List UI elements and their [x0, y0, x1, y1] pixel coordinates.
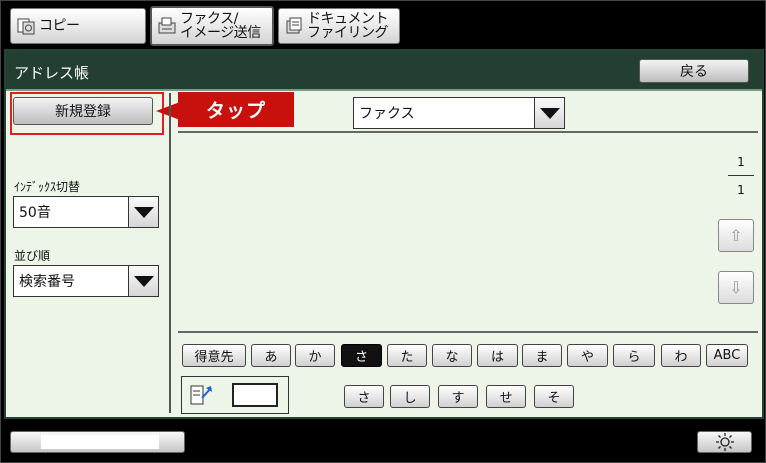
- arrow-up-icon: ⇧: [729, 226, 743, 245]
- index-key[interactable]: ま: [522, 344, 562, 367]
- new-registration-label: 新規登録: [55, 104, 111, 120]
- sun-icon: [715, 433, 734, 451]
- tab-document-filing[interactable]: ドキュメント ファイリング: [278, 8, 400, 44]
- scroll-up-button[interactable]: ⇧: [718, 219, 754, 252]
- index-key[interactable]: わ: [661, 344, 701, 367]
- sidebar-divider: [169, 93, 171, 413]
- index-key[interactable]: 得意先: [182, 344, 246, 367]
- direct-address-icon: [190, 385, 212, 405]
- header-divider: [178, 131, 758, 133]
- brightness-button[interactable]: [697, 431, 752, 453]
- tab-fax-label: ファクス/ イメージ送信: [180, 11, 261, 41]
- tab-document-filing-label: ドキュメント ファイリング: [307, 11, 389, 41]
- index-switch-value: 50音: [19, 205, 51, 221]
- index-key[interactable]: た: [387, 344, 427, 367]
- job-status-button[interactable]: [10, 431, 185, 453]
- back-button[interactable]: 戻る: [639, 59, 749, 83]
- sub-kana-key[interactable]: す: [438, 385, 478, 408]
- sub-kana-key[interactable]: さ: [344, 385, 384, 408]
- sub-kana-key[interactable]: せ: [486, 385, 526, 408]
- chevron-down-icon[interactable]: [534, 98, 564, 128]
- index-switch-select[interactable]: 50音: [13, 196, 159, 228]
- index-key[interactable]: は: [477, 344, 518, 367]
- title-bar: アドレス帳 戻る: [6, 51, 762, 91]
- chevron-down-icon[interactable]: [128, 197, 158, 227]
- sub-kana-key[interactable]: し: [390, 385, 430, 408]
- tap-callout: タップ: [178, 92, 294, 127]
- back-button-label: 戻る: [680, 64, 708, 80]
- sub-kana-key[interactable]: そ: [534, 385, 574, 408]
- tab-fax-image-send[interactable]: ファクス/ イメージ送信: [150, 6, 274, 46]
- index-key[interactable]: や: [567, 344, 608, 367]
- list-divider: [178, 331, 758, 333]
- copy-icon: [17, 17, 35, 35]
- chevron-down-icon[interactable]: [128, 266, 158, 296]
- index-key[interactable]: ら: [613, 344, 655, 367]
- direct-entry-box: [181, 376, 289, 414]
- document-filing-icon: [285, 17, 303, 35]
- index-key[interactable]: な: [432, 344, 472, 367]
- destination-type-select[interactable]: ファクス: [353, 97, 565, 129]
- page-divider: [728, 175, 754, 176]
- sort-order-select[interactable]: 検索番号: [13, 265, 159, 297]
- page-current: 1: [737, 155, 745, 169]
- tap-callout-label: タップ: [205, 100, 266, 122]
- sort-order-value: 検索番号: [19, 274, 75, 290]
- index-key[interactable]: か: [295, 344, 335, 367]
- page-title: アドレス帳: [14, 64, 90, 82]
- page-total: 1: [737, 183, 745, 197]
- index-switch-label: ｲﾝﾃﾞｯｸｽ切替: [14, 180, 81, 194]
- index-key[interactable]: さ: [341, 344, 382, 367]
- index-key[interactable]: あ: [251, 344, 291, 367]
- callout-arrow-icon: [156, 102, 180, 120]
- tab-copy-label: コピー: [39, 18, 80, 34]
- index-key[interactable]: ABC: [706, 344, 748, 367]
- tab-copy[interactable]: コピー: [10, 8, 146, 44]
- new-registration-button[interactable]: 新規登録: [13, 97, 153, 125]
- fax-icon: [158, 17, 176, 35]
- job-status-display: [41, 435, 159, 449]
- destination-type-value: ファクス: [359, 106, 415, 122]
- scroll-down-button[interactable]: ⇩: [718, 271, 754, 304]
- arrow-down-icon: ⇩: [729, 278, 743, 297]
- sort-order-label: 並び順: [14, 249, 51, 263]
- direct-entry-input[interactable]: [232, 383, 278, 407]
- screen: コピー ファクス/ イメージ送信 ドキュメント ファイリング アドレス帳 戻る …: [0, 0, 766, 463]
